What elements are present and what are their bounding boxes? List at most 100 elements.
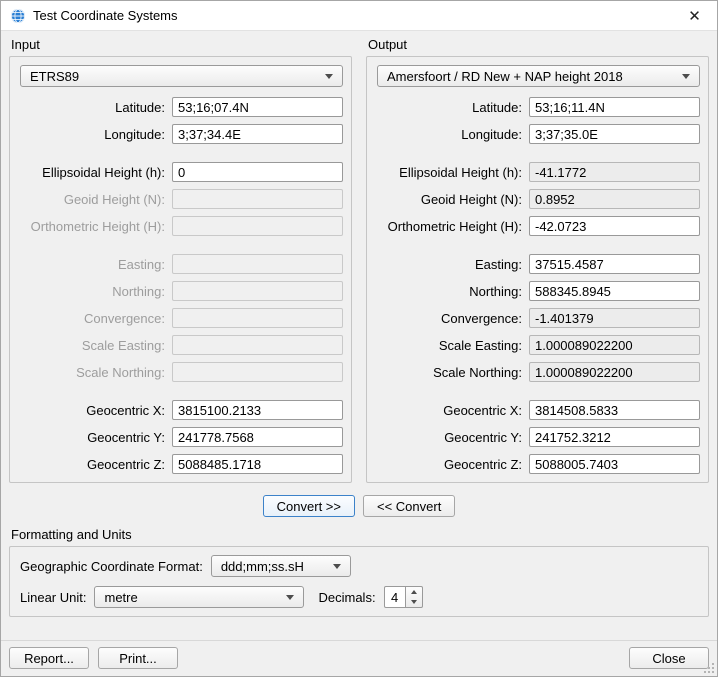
report-button[interactable]: Report... — [9, 647, 89, 669]
output-geoid-height-field[interactable] — [529, 189, 700, 209]
panels-container: Input ETRS89 Latitude: Longitude: Ellips… — [1, 31, 717, 483]
linear-unit-label: Linear Unit: — [20, 590, 94, 605]
output-scale-northing-field[interactable] — [529, 362, 700, 382]
input-ellipsoidal-height-row: Ellipsoidal Height (h): — [20, 162, 343, 182]
output-geocentric-y-row: Geocentric Y: — [377, 427, 700, 447]
globe-icon — [10, 8, 26, 24]
input-northing-label: Northing: — [20, 284, 172, 299]
input-geocentric-x-field[interactable] — [172, 400, 343, 420]
output-scale-easting-row: Scale Easting: — [377, 335, 700, 355]
output-geocentric-z-label: Geocentric Z: — [377, 457, 529, 472]
input-crs-dropdown[interactable]: ETRS89 — [20, 65, 343, 87]
input-geocentric-y-label: Geocentric Y: — [20, 430, 172, 445]
dropdown-arrow-icon — [682, 74, 690, 79]
geographic-format-row: Geographic Coordinate Format: ddd;mm;ss.… — [20, 555, 700, 577]
output-scale-easting-label: Scale Easting: — [377, 338, 529, 353]
convert-forward-button[interactable]: Convert >> — [263, 495, 355, 517]
output-group-title: Output — [368, 37, 709, 52]
geographic-format-dropdown[interactable]: ddd;mm;ss.sH — [211, 555, 351, 577]
output-geocentric-z-field[interactable] — [529, 454, 700, 474]
input-easting-label: Easting: — [20, 257, 172, 272]
decimals-spinner — [384, 586, 423, 608]
dropdown-arrow-icon — [325, 74, 333, 79]
input-scale-easting-row: Scale Easting: — [20, 335, 343, 355]
input-geoid-height-row: Geoid Height (N): — [20, 189, 343, 209]
linear-unit-dropdown[interactable]: metre — [94, 586, 304, 608]
output-ellipsoidal-height-field[interactable] — [529, 162, 700, 182]
input-northing-field — [172, 281, 343, 301]
bottom-section: Report... Print... Close — [1, 640, 717, 676]
input-northing-row: Northing: — [20, 281, 343, 301]
input-geoid-height-label: Geoid Height (N): — [20, 192, 172, 207]
formatting-group-box: Geographic Coordinate Format: ddd;mm;ss.… — [9, 546, 709, 617]
input-group-box: ETRS89 Latitude: Longitude: Ellipsoidal … — [9, 56, 352, 483]
output-northing-field[interactable] — [529, 281, 700, 301]
convert-backward-button[interactable]: << Convert — [363, 495, 455, 517]
input-ellipsoidal-height-field[interactable] — [172, 162, 343, 182]
window-title: Test Coordinate Systems — [33, 8, 178, 23]
input-convergence-field — [172, 308, 343, 328]
output-easting-field[interactable] — [529, 254, 700, 274]
close-dialog-button[interactable]: Close — [629, 647, 709, 669]
decimals-value-field[interactable] — [384, 586, 406, 608]
print-button[interactable]: Print... — [98, 647, 178, 669]
input-easting-field — [172, 254, 343, 274]
output-longitude-field[interactable] — [529, 124, 700, 144]
input-geocentric-z-field[interactable] — [172, 454, 343, 474]
input-crs-value: ETRS89 — [30, 69, 317, 84]
close-window-button[interactable]: ✕ — [672, 1, 717, 30]
output-group-box: Amersfoort / RD New + NAP height 2018 La… — [366, 56, 709, 483]
geographic-format-value: ddd;mm;ss.sH — [221, 559, 325, 574]
output-geoid-height-label: Geoid Height (N): — [377, 192, 529, 207]
input-geocentric-y-field[interactable] — [172, 427, 343, 447]
output-convergence-row: Convergence: — [377, 308, 700, 328]
formatting-group-title: Formatting and Units — [11, 527, 709, 542]
input-latitude-row: Latitude: — [20, 97, 343, 117]
input-scale-northing-field — [172, 362, 343, 382]
output-crs-dropdown[interactable]: Amersfoort / RD New + NAP height 2018 — [377, 65, 700, 87]
convert-buttons-row: Convert >> << Convert — [1, 495, 717, 517]
input-geocentric-z-row: Geocentric Z: — [20, 454, 343, 474]
output-scale-easting-field[interactable] — [529, 335, 700, 355]
output-scale-northing-row: Scale Northing: — [377, 362, 700, 382]
input-orthometric-height-label: Orthometric Height (H): — [20, 219, 172, 234]
output-latitude-field[interactable] — [529, 97, 700, 117]
output-geocentric-y-label: Geocentric Y: — [377, 430, 529, 445]
input-group-title: Input — [11, 37, 352, 52]
input-convergence-label: Convergence: — [20, 311, 172, 326]
decimals-spin-up-button[interactable] — [406, 587, 422, 597]
input-latitude-field[interactable] — [172, 97, 343, 117]
input-ellipsoidal-height-label: Ellipsoidal Height (h): — [20, 165, 172, 180]
output-geocentric-y-field[interactable] — [529, 427, 700, 447]
output-northing-row: Northing: — [377, 281, 700, 301]
bottom-button-bar: Report... Print... Close — [1, 641, 717, 676]
output-orthometric-height-field[interactable] — [529, 216, 700, 236]
decimals-control: Decimals: — [318, 586, 422, 608]
output-longitude-row: Longitude: — [377, 124, 700, 144]
input-panel: Input ETRS89 Latitude: Longitude: Ellips… — [9, 35, 352, 483]
output-geoid-height-row: Geoid Height (N): — [377, 189, 700, 209]
output-geocentric-x-row: Geocentric X: — [377, 400, 700, 420]
output-geocentric-x-field[interactable] — [529, 400, 700, 420]
output-crs-value: Amersfoort / RD New + NAP height 2018 — [387, 69, 674, 84]
input-scale-northing-row: Scale Northing: — [20, 362, 343, 382]
output-scale-northing-label: Scale Northing: — [377, 365, 529, 380]
output-convergence-field[interactable] — [529, 308, 700, 328]
input-scale-easting-field — [172, 335, 343, 355]
input-orthometric-height-row: Orthometric Height (H): — [20, 216, 343, 236]
input-easting-row: Easting: — [20, 254, 343, 274]
output-longitude-label: Longitude: — [377, 127, 529, 142]
output-orthometric-height-row: Orthometric Height (H): — [377, 216, 700, 236]
output-ellipsoidal-height-row: Ellipsoidal Height (h): — [377, 162, 700, 182]
input-longitude-row: Longitude: — [20, 124, 343, 144]
resize-grip[interactable] — [703, 662, 715, 674]
window-titlebar[interactable]: Test Coordinate Systems ✕ — [1, 1, 717, 31]
spin-up-arrow-icon — [411, 590, 417, 594]
input-longitude-field[interactable] — [172, 124, 343, 144]
output-geocentric-x-label: Geocentric X: — [377, 403, 529, 418]
output-orthometric-height-label: Orthometric Height (H): — [377, 219, 529, 234]
decimals-label: Decimals: — [318, 590, 383, 605]
decimals-spin-down-button[interactable] — [406, 597, 422, 607]
input-geocentric-z-label: Geocentric Z: — [20, 457, 172, 472]
input-geocentric-y-row: Geocentric Y: — [20, 427, 343, 447]
